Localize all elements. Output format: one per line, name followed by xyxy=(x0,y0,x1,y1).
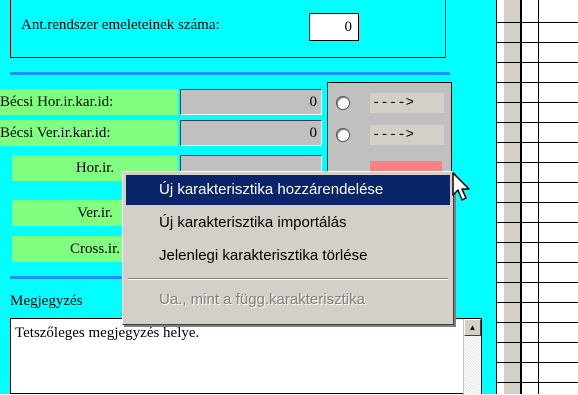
comment-textarea[interactable]: Tetszőleges megjegyzés helye. ▲ xyxy=(10,318,482,395)
grid-row-line xyxy=(496,142,578,143)
grid-header-column xyxy=(504,0,521,394)
row-label-text: Bécsi Hor.ir.kar.id: xyxy=(0,94,114,110)
grid-row-line xyxy=(496,362,578,363)
radio-row-1[interactable] xyxy=(336,93,350,113)
grid-line xyxy=(538,0,539,394)
comment-label: Megjegyzés xyxy=(10,293,83,309)
menu-item-delete-characteristic[interactable]: Jelenlegi karakterisztika törlése xyxy=(126,241,450,271)
comment-scrollbar[interactable]: ▲ xyxy=(463,319,481,395)
grid-row-line xyxy=(496,262,578,263)
floors-input[interactable]: 0 xyxy=(309,13,359,41)
row-label-text: Hor.ir. xyxy=(75,160,115,176)
data-grid[interactable] xyxy=(496,0,578,394)
grid-row-line xyxy=(496,382,578,383)
grid-row-line xyxy=(496,322,578,323)
grid-line xyxy=(521,0,522,394)
grid-row-line xyxy=(496,122,578,123)
radio-button[interactable] xyxy=(336,96,350,110)
becsi-ver-field[interactable]: 0 xyxy=(180,120,322,146)
grid-row-line xyxy=(496,102,578,103)
row-label-text: Bécsi Ver.ir.kar.id: xyxy=(0,125,111,141)
menu-item-same-as-vertical: Ua., mint a függ.karakterisztika xyxy=(159,291,365,308)
grid-row-line xyxy=(496,82,578,83)
becsi-hor-field[interactable]: 0 xyxy=(180,89,322,115)
arrow-field-1: ----> xyxy=(370,93,444,113)
separator-top xyxy=(10,72,450,75)
grid-row-line xyxy=(496,342,578,343)
row-label-becsi-ver: Bécsi Ver.ir.kar.id: xyxy=(0,120,178,146)
grid-row-line xyxy=(496,22,578,23)
context-menu: Új karakterisztika hozzárendelése Új kar… xyxy=(122,171,454,325)
grid-line xyxy=(496,0,497,394)
menu-item-assign-characteristic[interactable]: Új karakterisztika hozzárendelése xyxy=(126,175,450,205)
grid-row-line xyxy=(496,62,578,63)
up-arrow-icon: ▲ xyxy=(468,323,477,332)
grid-row-line xyxy=(496,242,578,243)
row-label-text: Cross.ir. xyxy=(69,241,120,257)
floors-groupbox: Ant.rendszer emeleteinek száma: 0 xyxy=(10,0,446,58)
grid-row-line xyxy=(496,222,578,223)
floors-label: Ant.rendszer emeleteinek száma: xyxy=(21,17,220,33)
grid-row-line xyxy=(496,42,578,43)
scroll-up-button[interactable]: ▲ xyxy=(464,319,481,336)
radio-button[interactable] xyxy=(336,128,350,142)
menu-item-import-characteristic[interactable]: Új karakterisztika importálás xyxy=(126,208,450,238)
mouse-pointer-icon xyxy=(452,172,470,201)
row-label-becsi-hor: Bécsi Hor.ir.kar.id: xyxy=(0,89,178,115)
grid-row-line xyxy=(496,202,578,203)
arrow-field-2: ----> xyxy=(370,125,444,145)
comment-text: Tetszőleges megjegyzés helye. xyxy=(15,325,200,341)
grid-row-line xyxy=(496,282,578,283)
grid-row-line xyxy=(496,162,578,163)
radio-row-2[interactable] xyxy=(336,125,350,145)
row-label-text: Ver.ir. xyxy=(77,205,113,221)
grid-row-line xyxy=(496,302,578,303)
grid-row-line xyxy=(496,182,578,183)
menu-separator xyxy=(128,278,448,280)
